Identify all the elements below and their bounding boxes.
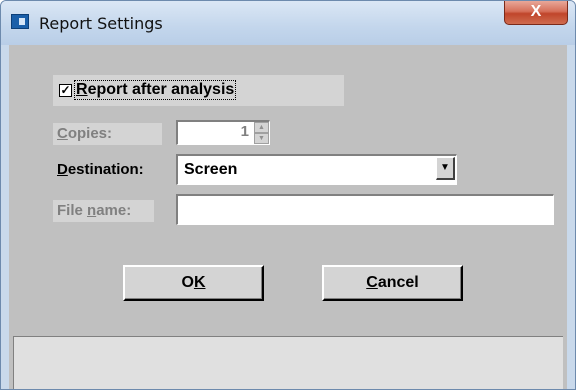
close-button[interactable]: X	[504, 1, 568, 25]
status-bar	[13, 336, 563, 389]
close-icon: X	[530, 3, 542, 20]
report-after-analysis-option[interactable]: ✓ Report after analysis	[53, 75, 344, 106]
report-settings-dialog: Report Settings X ✓ Report after analysi…	[0, 0, 576, 390]
copies-value[interactable]: 1	[241, 123, 249, 140]
destination-value: Screen	[184, 161, 238, 178]
dialog-body: ✓ Report after analysis Copies: 1 ▲ ▼ De…	[9, 45, 567, 389]
title-bar[interactable]: Report Settings X	[1, 1, 575, 45]
spin-arrows-icon[interactable]: ▲ ▼	[254, 122, 269, 144]
file-name-label: File name:	[53, 200, 154, 222]
dropdown-arrow-icon[interactable]: ▼	[436, 157, 455, 180]
app-window-icon	[11, 14, 29, 29]
ok-button[interactable]: OK	[123, 265, 264, 301]
cancel-button[interactable]: Cancel	[322, 265, 463, 301]
file-name-input[interactable]	[176, 194, 554, 225]
destination-select[interactable]: Screen ▼	[176, 154, 457, 185]
window-title: Report Settings	[39, 14, 163, 33]
report-after-analysis-checkbox[interactable]: ✓	[59, 84, 72, 97]
spin-down-button[interactable]: ▼	[254, 133, 269, 144]
spin-up-button[interactable]: ▲	[254, 122, 269, 133]
report-after-analysis-label[interactable]: Report after analysis	[73, 80, 237, 100]
copies-spinner[interactable]: 1 ▲ ▼	[176, 120, 270, 145]
destination-label: Destination:	[57, 161, 144, 178]
copies-label: Copies:	[53, 123, 162, 145]
